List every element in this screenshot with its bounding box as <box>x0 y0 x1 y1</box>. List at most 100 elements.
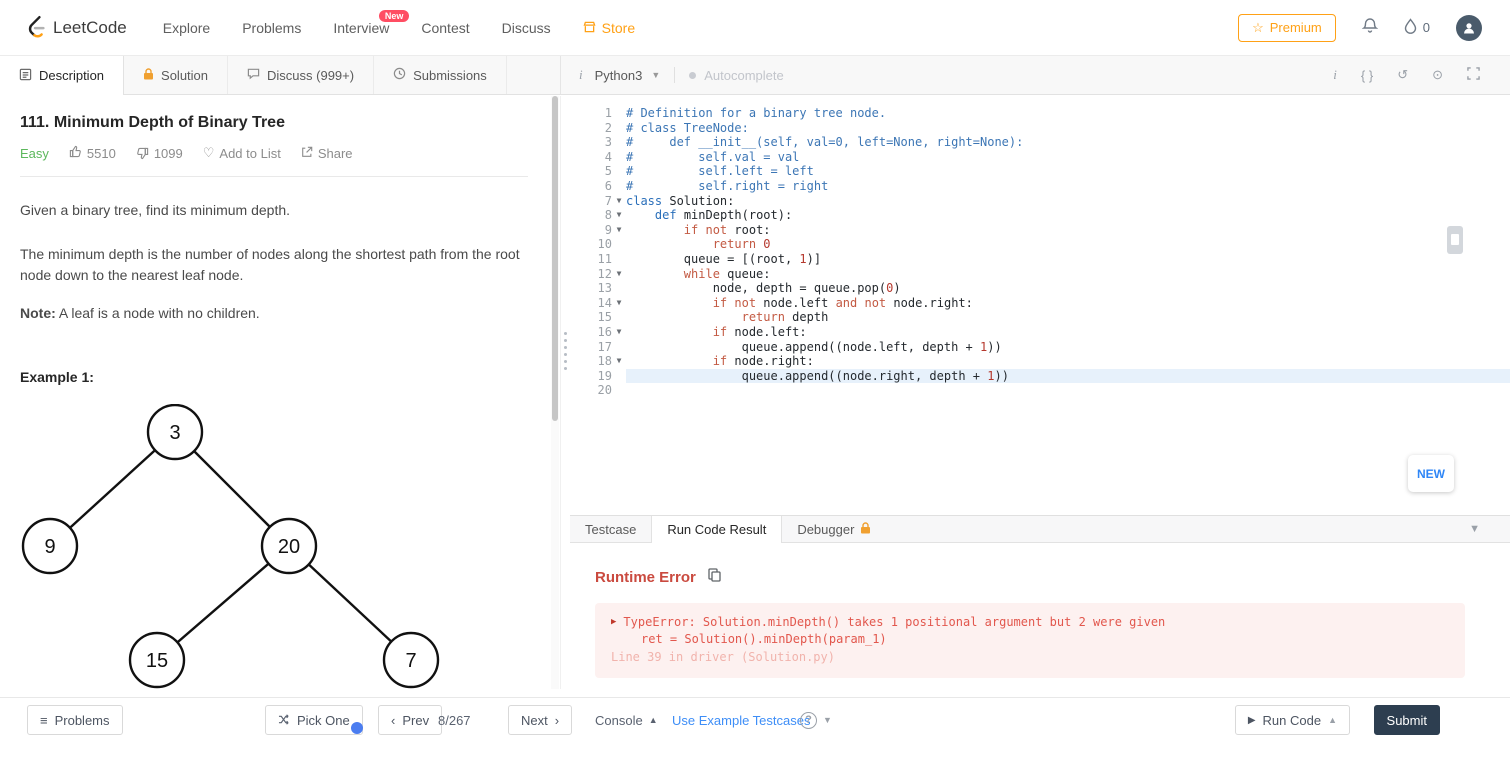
line-number: 2 <box>570 121 612 136</box>
error-box: ▶ TypeError: Solution.minDepth() takes 1… <box>595 603 1465 678</box>
tab-run-code-result[interactable]: Run Code Result <box>651 516 782 543</box>
new-feature-button[interactable]: NEW <box>1408 455 1454 492</box>
autocomplete-toggle[interactable]: Autocomplete <box>689 68 784 83</box>
problem-panel: 111. Minimum Depth of Binary Tree Easy 5… <box>0 96 548 689</box>
shuffle-icon <box>278 713 290 728</box>
scrollbar-thumb[interactable] <box>552 96 558 421</box>
toolbar-divider <box>674 67 675 83</box>
code-line[interactable]: 4# self.val = val <box>570 150 1510 165</box>
nav-item-problems[interactable]: Problems <box>242 20 301 36</box>
run-result-header: Runtime Error <box>595 568 1510 587</box>
code-line[interactable]: 5# self.left = left <box>570 164 1510 179</box>
code-editor[interactable]: 1# Definition for a binary tree node.2# … <box>570 96 1510 515</box>
panel-resize-handle[interactable] <box>560 96 570 689</box>
tab-testcase[interactable]: Testcase <box>570 516 651 542</box>
use-example-testcases-link[interactable]: Use Example Testcases <box>672 705 811 735</box>
lock-icon <box>860 522 871 537</box>
play-icon: ▶ <box>1248 715 1256 726</box>
line-number: 15 <box>570 310 612 325</box>
reset-code-icon[interactable]: ↺ <box>1397 67 1408 83</box>
code-line[interactable]: 13 node, depth = queue.pop(0) <box>570 281 1510 296</box>
settings-icon[interactable]: ⊙ <box>1432 67 1443 83</box>
add-to-list-button[interactable]: ♡ Add to List <box>203 145 281 161</box>
pick-one-button[interactable]: Pick One <box>265 705 363 735</box>
run-code-button[interactable]: ▶ Run Code ▲ <box>1235 705 1350 735</box>
collapse-console-icon[interactable]: ▼ <box>1469 516 1510 542</box>
tab-submissions[interactable]: Submissions <box>374 56 507 94</box>
tree-node-value: 9 <box>44 536 55 558</box>
nav-item-store[interactable]: Store <box>583 20 635 36</box>
floating-doc-icon[interactable] <box>1447 226 1463 254</box>
problem-meta: Easy 5510 1099 <box>20 145 528 161</box>
next-button[interactable]: Next › <box>508 705 572 735</box>
problem-scrollbar[interactable] <box>551 96 559 689</box>
streak-counter[interactable]: 0 <box>1404 18 1430 37</box>
prev-button[interactable]: ‹ Prev <box>378 705 442 735</box>
language-info-icon[interactable]: i <box>579 67 583 83</box>
error-message[interactable]: ▶ TypeError: Solution.minDepth() takes 1… <box>611 614 1449 631</box>
tab-description[interactable]: Description <box>0 56 124 95</box>
console-panel: Testcase Run Code Result Debugger ▼ Runt… <box>570 515 1510 697</box>
code-line[interactable]: 20 <box>570 383 1510 398</box>
code-line[interactable]: 1# Definition for a binary tree node. <box>570 106 1510 121</box>
tree-node-value: 7 <box>405 650 416 672</box>
copy-icon[interactable] <box>708 568 721 587</box>
nav-item-contest[interactable]: Contest <box>421 20 469 36</box>
problem-title: 111. Minimum Depth of Binary Tree <box>20 114 528 132</box>
code-line[interactable]: 19 queue.append((node.right, depth + 1)) <box>570 369 1510 384</box>
code-line[interactable]: 15 return depth <box>570 310 1510 325</box>
help-button[interactable]: ? ▼ <box>800 705 832 735</box>
code-line[interactable]: 9▼ if not root: <box>570 223 1510 238</box>
console-toggle[interactable]: Console ▲ <box>595 705 658 735</box>
braces-icon[interactable]: { } <box>1361 68 1373 83</box>
nav-item-discuss[interactable]: Discuss <box>502 20 551 36</box>
tab-debugger[interactable]: Debugger <box>782 516 886 542</box>
nav-item-explore[interactable]: Explore <box>163 20 210 36</box>
premium-button[interactable]: ☆ Premium <box>1238 14 1336 42</box>
difficulty-badge: Easy <box>20 146 49 161</box>
fold-arrow-icon[interactable]: ▼ <box>612 194 626 209</box>
code-line[interactable]: 17 queue.append((node.left, depth + 1)) <box>570 340 1510 355</box>
fullscreen-icon[interactable] <box>1467 67 1480 83</box>
language-selector[interactable]: Python3 ▼ <box>595 68 661 83</box>
code-line[interactable]: 7▼class Solution: <box>570 194 1510 209</box>
nav-item-interview[interactable]: InterviewNew <box>333 20 389 36</box>
fold-arrow-icon[interactable]: ▼ <box>612 354 626 369</box>
code-line[interactable]: 12▼ while queue: <box>570 267 1510 282</box>
chevron-up-icon: ▲ <box>1328 715 1337 725</box>
dislike-button[interactable]: 1099 <box>136 146 183 161</box>
code-line[interactable]: 16▼ if node.left: <box>570 325 1510 340</box>
code-line[interactable]: 2# class TreeNode: <box>570 121 1510 136</box>
code-line[interactable]: 14▼ if not node.left and not node.right: <box>570 296 1510 311</box>
fold-arrow-icon[interactable]: ▼ <box>612 267 626 282</box>
submit-button[interactable]: Submit <box>1374 705 1440 735</box>
tab-discuss[interactable]: Discuss (999+) <box>228 56 374 94</box>
code-line[interactable]: 10 return 0 <box>570 237 1510 252</box>
code-line[interactable]: 6# self.right = right <box>570 179 1510 194</box>
thumbs-down-icon <box>136 147 149 160</box>
tab-bar: Description Solution Discuss (999+) <box>0 55 1510 95</box>
fold-arrow-icon[interactable]: ▼ <box>612 223 626 238</box>
problems-list-button[interactable]: ≡ Problems <box>27 705 123 735</box>
thumbs-up-icon <box>69 145 82 161</box>
editor-icon-group: i { } ↺ ⊙ <box>1333 56 1510 94</box>
code-line[interactable]: 11 queue = [(root, 1)] <box>570 252 1510 267</box>
info-icon[interactable]: i <box>1333 67 1337 83</box>
code-line[interactable]: 18▼ if node.right: <box>570 354 1510 369</box>
new-badge: New <box>379 10 410 22</box>
chat-icon <box>247 67 260 83</box>
tab-solution[interactable]: Solution <box>124 56 228 94</box>
line-number: 7 <box>570 194 612 209</box>
share-button[interactable]: Share <box>301 146 353 161</box>
line-number: 5 <box>570 164 612 179</box>
like-button[interactable]: 5510 <box>69 145 116 161</box>
heart-icon: ♡ <box>203 145 215 161</box>
notifications-bell-icon[interactable] <box>1362 17 1378 39</box>
code-line[interactable]: 3# def __init__(self, val=0, left=None, … <box>570 135 1510 150</box>
fold-arrow-icon[interactable]: ▼ <box>612 208 626 223</box>
fold-arrow-icon[interactable]: ▼ <box>612 325 626 340</box>
fold-arrow-icon[interactable]: ▼ <box>612 296 626 311</box>
user-avatar[interactable] <box>1456 15 1482 41</box>
code-line[interactable]: 8▼ def minDepth(root): <box>570 208 1510 223</box>
leetcode-logo[interactable]: LeetCode <box>25 13 127 43</box>
